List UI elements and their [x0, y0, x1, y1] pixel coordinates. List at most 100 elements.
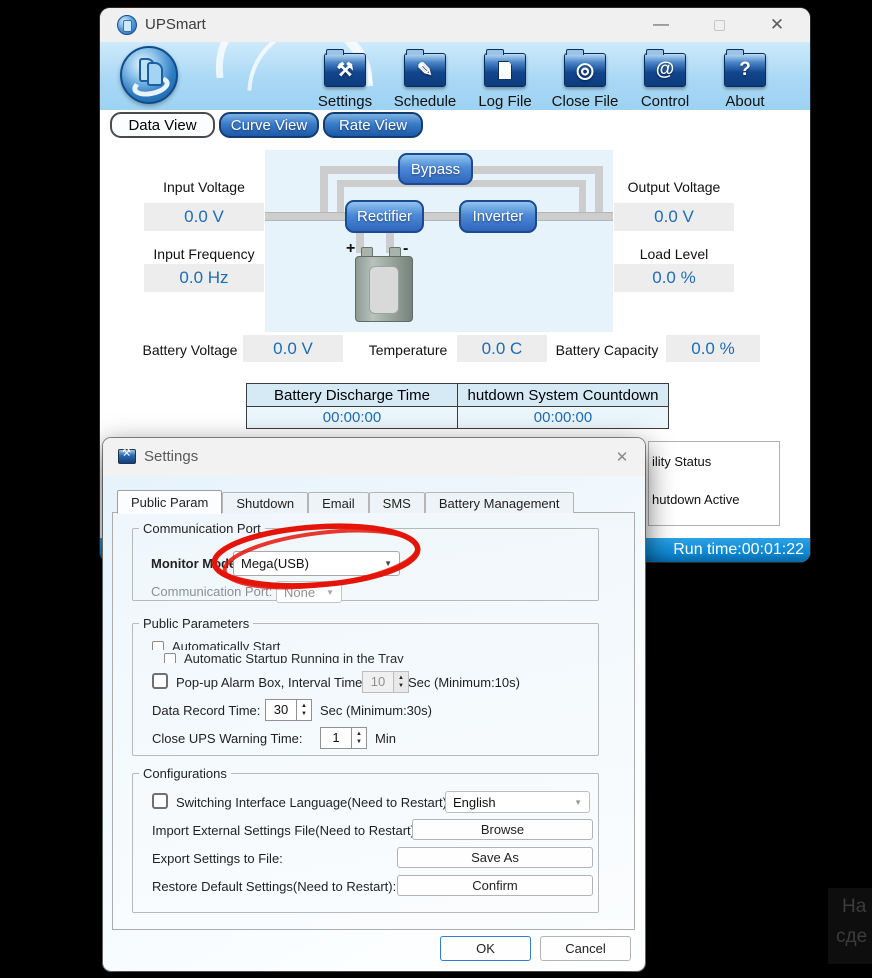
- control-at-icon: @: [644, 53, 686, 87]
- background-text-line2: сде: [836, 926, 867, 948]
- shutdown-active-text: hutdown Active: [652, 492, 739, 507]
- communication-port-dropdown[interactable]: None ▼: [276, 581, 342, 603]
- toolbar-button-logfile[interactable]: Log File: [465, 48, 545, 110]
- input-frequency-value: 0.0 Hz: [144, 264, 264, 292]
- main-toolbar: ⚒ Settings ✎ Schedule Log File ◎ Close F…: [100, 42, 810, 110]
- spinner-down-icon[interactable]: ▼: [398, 682, 404, 690]
- schedule-pencil-icon: ✎: [404, 53, 446, 87]
- toolbar-button-closefile[interactable]: ◎ Close File: [545, 48, 625, 110]
- runtime-text: Run time:00:01:22: [673, 541, 804, 559]
- toolbar-button-settings[interactable]: ⚒ Settings: [305, 48, 385, 110]
- data-record-value: 30: [266, 700, 296, 720]
- popup-interval-value: 10: [363, 672, 393, 692]
- toolbar-label: Settings: [318, 93, 372, 110]
- public-parameters-legend: Public Parameters: [139, 616, 253, 631]
- toolbar-buttons: ⚒ Settings ✎ Schedule Log File ◎ Close F…: [305, 48, 785, 110]
- toolbar-button-control[interactable]: @ Control: [625, 48, 705, 110]
- spinner-up-icon[interactable]: ▲: [301, 702, 307, 710]
- auto-start-checkbox-row[interactable]: Automatically Start: [152, 639, 572, 650]
- battery-voltage-value: 0.0 V: [243, 335, 343, 362]
- battery-capacity-label: Battery Capacity: [553, 342, 661, 358]
- toolbar-label: About: [725, 93, 764, 110]
- cancel-button[interactable]: Cancel: [540, 936, 631, 961]
- maximize-button[interactable]: [697, 8, 741, 42]
- chevron-down-icon: ▼: [326, 588, 334, 597]
- configurations-legend: Configurations: [139, 766, 231, 781]
- communication-port-value: None: [284, 585, 315, 600]
- temperature-label: Temperature: [358, 342, 458, 358]
- tab-public-param[interactable]: Public Param: [117, 490, 222, 514]
- logo-document-shape: [147, 62, 163, 86]
- auto-tray-checkbox-row[interactable]: Automatic Startup Running in the Tray: [164, 651, 584, 663]
- window-title: UPSmart: [145, 16, 206, 33]
- language-dropdown[interactable]: English ▼: [445, 791, 590, 813]
- ups-warning-value: 1: [321, 728, 351, 748]
- tab-rate-view[interactable]: Rate View: [323, 112, 423, 138]
- battery-plus-sign: +: [346, 240, 355, 258]
- inverter-node: Inverter: [459, 200, 537, 233]
- bypass-node: Bypass: [398, 153, 473, 185]
- toolbar-label: Schedule: [394, 93, 457, 110]
- shutdown-countdown-header: hutdown System Countdown: [458, 384, 669, 407]
- spinner-down-icon[interactable]: ▼: [301, 710, 307, 718]
- switch-language-label: Switching Interface Language(Need to Res…: [176, 795, 447, 810]
- tab-data-view[interactable]: Data View: [110, 112, 215, 138]
- export-settings-label: Export Settings to File:: [152, 851, 283, 866]
- spinner-up-icon[interactable]: ▲: [398, 674, 404, 682]
- dialog-close-icon[interactable]: ✕: [608, 444, 636, 470]
- restore-defaults-label: Restore Default Settings(Need to Restart…: [152, 879, 396, 894]
- popup-interval-suffix: Sec (Minimum:10s): [408, 675, 520, 690]
- load-level-value: 0.0 %: [614, 264, 734, 292]
- spinner-up-icon[interactable]: ▲: [356, 730, 362, 738]
- close-button[interactable]: ✕: [755, 8, 799, 42]
- ups-warning-label: Close UPS Warning Time:: [152, 731, 303, 746]
- settings-hammer-icon: ⚒: [324, 53, 366, 87]
- close-file-disc-icon: ◎: [564, 53, 606, 87]
- about-question-icon: ?: [724, 53, 766, 87]
- ok-button[interactable]: OK: [440, 936, 531, 961]
- tab-shutdown[interactable]: Shutdown: [222, 492, 308, 513]
- toolbar-button-about[interactable]: ? About: [705, 48, 785, 110]
- hammer-glyph: ⚒: [336, 59, 353, 82]
- data-record-spinner[interactable]: 30 ▲▼: [265, 699, 312, 721]
- monitor-mode-dropdown[interactable]: Mega(USB) ▼: [233, 551, 400, 576]
- maximize-icon: [714, 20, 725, 31]
- discharge-time-value: 00:00:00: [247, 407, 458, 429]
- toolbar-label: Log File: [478, 93, 531, 110]
- minimize-button[interactable]: —: [639, 8, 683, 42]
- input-voltage-value: 0.0 V: [144, 203, 264, 231]
- spinner-down-icon[interactable]: ▼: [356, 738, 362, 746]
- ups-warning-suffix: Min: [375, 731, 396, 746]
- toolbar-button-schedule[interactable]: ✎ Schedule: [385, 48, 465, 110]
- switch-language-checkbox[interactable]: [152, 793, 168, 809]
- confirm-button[interactable]: Confirm: [397, 875, 593, 896]
- pipe-main-line: [265, 212, 613, 221]
- popup-interval-spinner[interactable]: 10 ▲▼: [362, 671, 409, 693]
- tab-curve-view[interactable]: Curve View: [219, 112, 319, 138]
- data-record-label: Data Record Time:: [152, 703, 260, 718]
- tab-battery-management[interactable]: Battery Management: [425, 492, 574, 513]
- temperature-value: 0.0 C: [457, 335, 547, 362]
- input-voltage-label: Input Voltage: [144, 179, 264, 195]
- toolbar-label: Control: [641, 93, 689, 110]
- popup-alarm-checkbox[interactable]: [152, 673, 168, 689]
- checkbox-icon: [164, 653, 176, 663]
- auto-tray-label: Automatic Startup Running in the Tray: [184, 651, 404, 663]
- popup-alarm-label: Pop-up Alarm Box, Interval Time:: [176, 675, 366, 690]
- chevron-down-icon: ▼: [574, 798, 582, 807]
- tab-content-frame: Communication Port Monitor Mode: Mega(US…: [112, 512, 635, 930]
- dialog-title: Settings: [144, 448, 198, 465]
- countdown-table: Battery Discharge Time hutdown System Co…: [246, 383, 669, 429]
- browse-button[interactable]: Browse: [412, 819, 593, 840]
- tab-sms[interactable]: SMS: [369, 492, 425, 513]
- import-settings-label: Import External Settings File(Need to Re…: [152, 823, 419, 838]
- ups-warning-spinner[interactable]: 1 ▲▼: [320, 727, 367, 749]
- settings-dialog: Settings ✕ Public Param Shutdown Email S…: [103, 438, 645, 971]
- log-file-document-icon: [484, 53, 526, 87]
- language-value: English: [453, 795, 496, 810]
- communication-port-legend: Communication Port: [139, 521, 265, 536]
- settings-dialog-icon: [118, 449, 136, 464]
- settings-tab-strip: Public Param Shutdown Email SMS Battery …: [117, 490, 574, 513]
- tab-email[interactable]: Email: [308, 492, 369, 513]
- save-as-button[interactable]: Save As: [397, 847, 593, 868]
